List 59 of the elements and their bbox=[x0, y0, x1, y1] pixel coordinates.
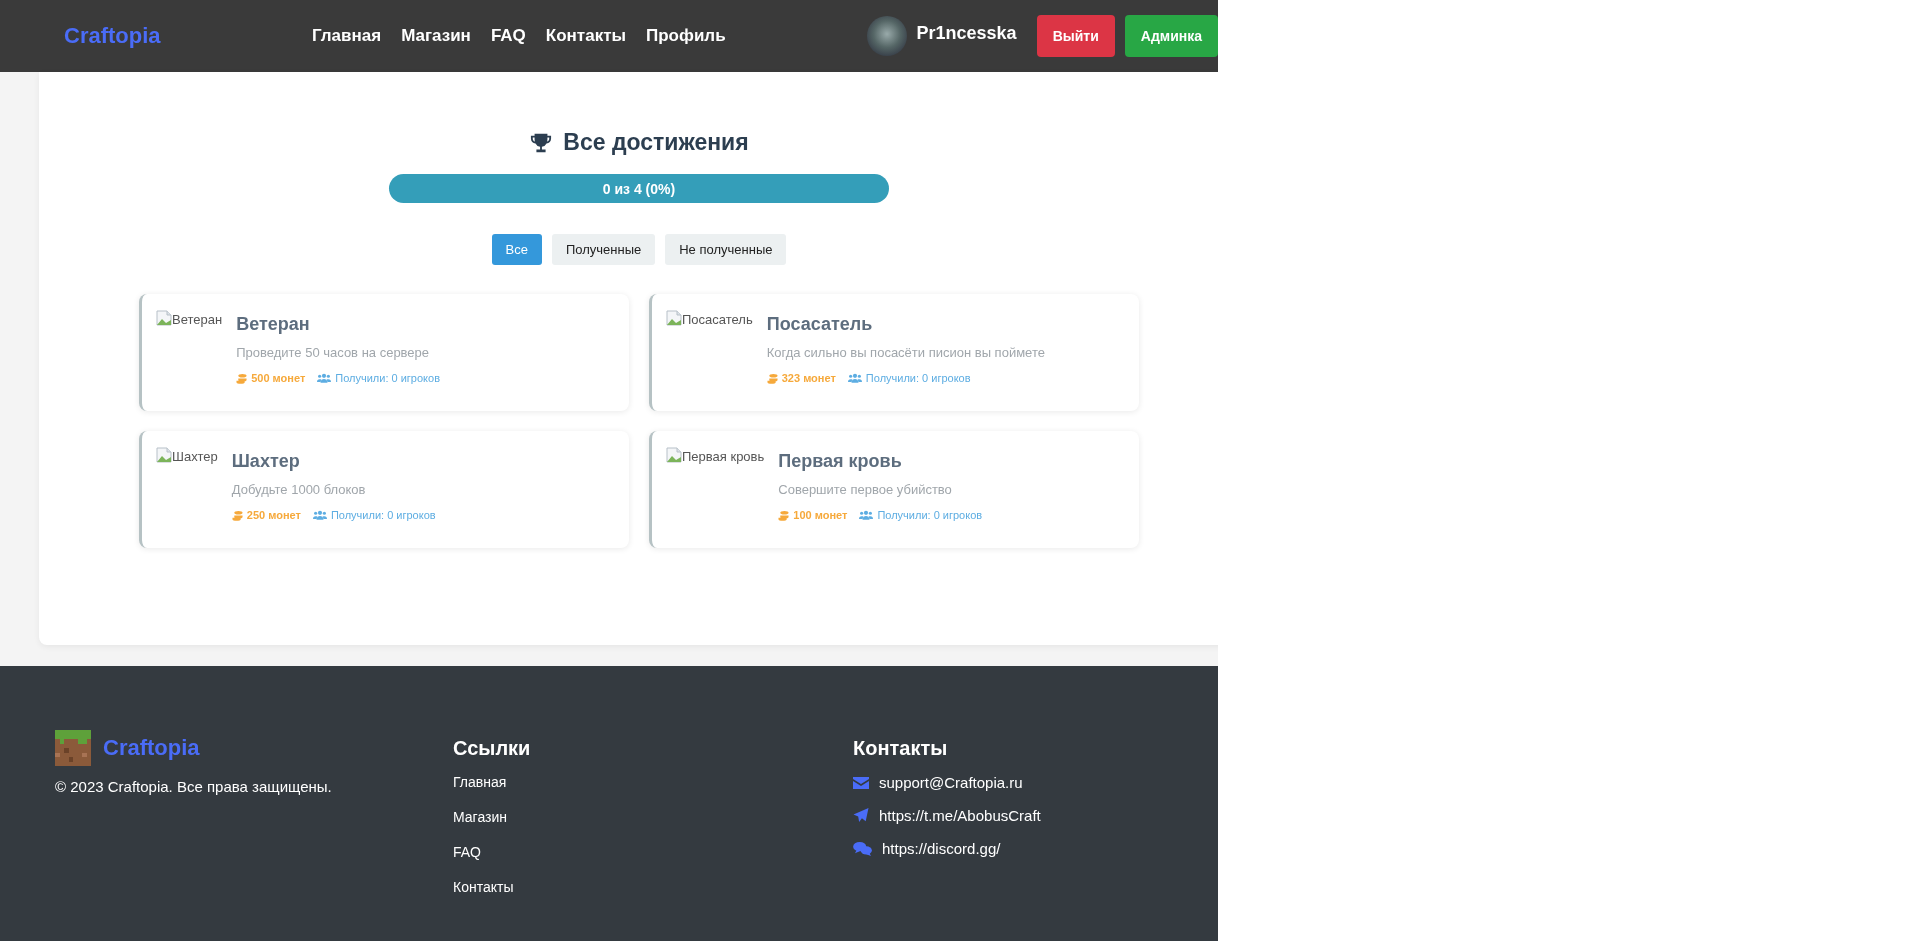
achievement-description: Когда сильно вы посасёти писион вы поймете bbox=[766, 345, 1045, 360]
broken-image-icon bbox=[666, 447, 682, 463]
footer-link[interactable]: Главная bbox=[453, 774, 853, 790]
image-alt-text: Посасатель bbox=[682, 312, 753, 327]
logout-button[interactable]: Выйти bbox=[1036, 15, 1115, 57]
received-count: Получили: 0 игроков bbox=[877, 509, 983, 521]
broken-image-icon bbox=[156, 447, 172, 463]
image-alt-text: Ветеран bbox=[172, 312, 223, 327]
users-icon bbox=[847, 373, 862, 383]
copyright-text: © 2023 Craftopia. Все права защищены. bbox=[55, 778, 333, 795]
progress-text: 0 из 4 (0%) bbox=[602, 180, 676, 197]
achievement-description: Проведите 50 часов на сервере bbox=[236, 345, 431, 360]
username[interactable]: Pr1ncesska bbox=[916, 22, 1017, 44]
page-title: Все достижения bbox=[563, 129, 749, 156]
users-icon bbox=[317, 373, 332, 383]
image-alt-text: Шахтер bbox=[172, 449, 218, 464]
grass-block-icon bbox=[55, 730, 91, 766]
achievement-name: Первая кровь bbox=[778, 451, 903, 472]
contact-link[interactable]: support@Craftopia.ru bbox=[879, 774, 1023, 791]
reward-text: 500 монет bbox=[251, 372, 306, 384]
users-icon bbox=[312, 510, 327, 520]
avatar-photo bbox=[866, 16, 907, 56]
coins-icon bbox=[236, 372, 248, 384]
paper-plane-icon bbox=[853, 808, 869, 823]
footer-link[interactable]: Контакты bbox=[453, 879, 853, 895]
broken-image-icon bbox=[156, 310, 172, 326]
footer-link[interactable]: Магазин bbox=[453, 809, 853, 825]
broken-image-icon bbox=[666, 310, 682, 326]
reward-text: 323 монет bbox=[781, 372, 836, 384]
contact-link[interactable]: https://t.me/AbobusCraft bbox=[879, 807, 1041, 824]
nav-link[interactable]: FAQ bbox=[490, 26, 526, 46]
filter-button[interactable]: Полученные bbox=[551, 234, 656, 265]
chat-bubbles-icon bbox=[853, 841, 872, 856]
image-alt-text: Первая кровь bbox=[682, 449, 765, 464]
achievement-name: Посасатель bbox=[766, 314, 874, 335]
reward-text: 250 монет bbox=[246, 509, 301, 521]
coins-icon bbox=[778, 509, 790, 521]
links-heading: Ссылки bbox=[453, 737, 532, 760]
trophy-icon bbox=[529, 131, 554, 154]
contacts-heading: Контакты bbox=[853, 737, 949, 760]
achievement-name: Шахтер bbox=[231, 451, 301, 472]
nav-link[interactable]: Профиль bbox=[646, 26, 726, 46]
footer-link[interactable]: FAQ bbox=[453, 844, 853, 860]
filter-button[interactable]: Не полученные bbox=[665, 234, 787, 265]
nav-link[interactable]: Контакты bbox=[545, 26, 626, 46]
received-count: Получили: 0 игроков bbox=[335, 372, 440, 384]
nav-link[interactable]: Магазин bbox=[401, 26, 471, 46]
envelope-icon bbox=[853, 776, 869, 789]
coins-icon bbox=[766, 372, 778, 384]
achievement-name: Ветеран bbox=[236, 314, 311, 335]
coins-icon bbox=[231, 509, 243, 521]
received-count: Получили: 0 игроков bbox=[865, 372, 971, 384]
contact-link[interactable]: https://discord.gg/ bbox=[882, 840, 1001, 857]
users-icon bbox=[859, 510, 874, 520]
received-count: Получили: 0 игроков bbox=[330, 509, 436, 521]
achievement-description: Совершите первое убийство bbox=[778, 482, 953, 497]
achievement-description: Добудьте 1000 блоков bbox=[231, 482, 367, 497]
reward-text: 100 монет bbox=[793, 509, 848, 521]
nav-link[interactable]: Главная bbox=[312, 26, 382, 46]
